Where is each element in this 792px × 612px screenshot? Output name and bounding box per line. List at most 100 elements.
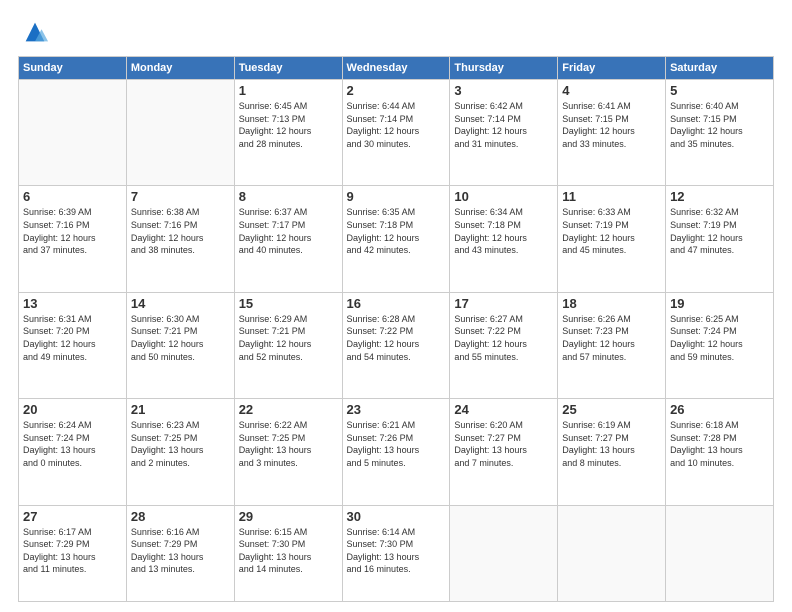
calendar-cell: 7 Sunrise: 6:38 AM Sunset: 7:16 PM Daylig… <box>126 186 234 292</box>
day-number: 20 <box>23 402 122 417</box>
calendar-week-3: 13 Sunrise: 6:31 AM Sunset: 7:20 PM Dayli… <box>19 292 774 398</box>
calendar-cell: 8Sunrise: 6:37 AM Sunset: 7:17 PM Daylig… <box>234 186 342 292</box>
weekday-header-saturday: Saturday <box>666 57 774 80</box>
day-number: 23 <box>347 402 446 417</box>
day-info: Sunrise: 6:41 AM Sunset: 7:15 PM Dayligh… <box>562 100 661 150</box>
day-info: Sunrise: 6:25 AM Sunset: 7:24 PM Dayligh… <box>670 313 769 363</box>
day-number: 9 <box>347 189 446 204</box>
calendar-cell: 30 Sunrise: 6:14 AM Sunset: 7:30 PM Dayli… <box>342 505 450 602</box>
header <box>18 18 774 46</box>
day-number: 30 <box>347 509 446 524</box>
day-number: 12 <box>670 189 769 204</box>
calendar-cell: 29 Sunrise: 6:15 AM Sunset: 7:30 PM Dayli… <box>234 505 342 602</box>
day-number: 19 <box>670 296 769 311</box>
day-number: 26 <box>670 402 769 417</box>
weekday-header-monday: Monday <box>126 57 234 80</box>
calendar-cell: 12 Sunrise: 6:32 AM Sunset: 7:19 PM Dayli… <box>666 186 774 292</box>
day-number: 5 <box>670 83 769 98</box>
day-info: Sunrise: 6:29 AM Sunset: 7:21 PM Dayligh… <box>239 313 338 363</box>
day-info: Sunrise: 6:17 AM Sunset: 7:29 PM Dayligh… <box>23 526 122 576</box>
calendar-cell: 17 Sunrise: 6:27 AM Sunset: 7:22 PM Dayli… <box>450 292 558 398</box>
calendar-cell <box>126 80 234 186</box>
calendar-cell: 18 Sunrise: 6:26 AM Sunset: 7:23 PM Dayli… <box>558 292 666 398</box>
day-number: 29 <box>239 509 338 524</box>
calendar-cell: 9 Sunrise: 6:35 AM Sunset: 7:18 PM Daylig… <box>342 186 450 292</box>
calendar-week-2: 6 Sunrise: 6:39 AM Sunset: 7:16 PM Daylig… <box>19 186 774 292</box>
day-number: 27 <box>23 509 122 524</box>
page: SundayMondayTuesdayWednesdayThursdayFrid… <box>0 0 792 612</box>
day-info: Sunrise: 6:30 AM Sunset: 7:21 PM Dayligh… <box>131 313 230 363</box>
logo-icon <box>21 18 49 46</box>
day-info: Sunrise: 6:39 AM Sunset: 7:16 PM Dayligh… <box>23 206 122 256</box>
day-info: Sunrise: 6:21 AM Sunset: 7:26 PM Dayligh… <box>347 419 446 469</box>
day-number: 22 <box>239 402 338 417</box>
day-info: Sunrise: 6:27 AM Sunset: 7:22 PM Dayligh… <box>454 313 553 363</box>
day-info: Sunrise: 6:34 AM Sunset: 7:18 PM Dayligh… <box>454 206 553 256</box>
calendar-cell: 22 Sunrise: 6:22 AM Sunset: 7:25 PM Dayli… <box>234 399 342 505</box>
day-info: Sunrise: 6:33 AM Sunset: 7:19 PM Dayligh… <box>562 206 661 256</box>
day-number: 6 <box>23 189 122 204</box>
calendar-cell <box>666 505 774 602</box>
day-info: Sunrise: 6:38 AM Sunset: 7:16 PM Dayligh… <box>131 206 230 256</box>
calendar-cell: 10 Sunrise: 6:34 AM Sunset: 7:18 PM Dayli… <box>450 186 558 292</box>
day-number: 2 <box>347 83 446 98</box>
day-number: 10 <box>454 189 553 204</box>
calendar-week-5: 27 Sunrise: 6:17 AM Sunset: 7:29 PM Dayli… <box>19 505 774 602</box>
day-number: 13 <box>23 296 122 311</box>
weekday-header-row: SundayMondayTuesdayWednesdayThursdayFrid… <box>19 57 774 80</box>
calendar-cell: 26 Sunrise: 6:18 AM Sunset: 7:28 PM Dayli… <box>666 399 774 505</box>
calendar-cell <box>558 505 666 602</box>
day-number: 24 <box>454 402 553 417</box>
calendar-cell: 2 Sunrise: 6:44 AM Sunset: 7:14 PM Daylig… <box>342 80 450 186</box>
calendar-cell: 14 Sunrise: 6:30 AM Sunset: 7:21 PM Dayli… <box>126 292 234 398</box>
calendar-cell: 6 Sunrise: 6:39 AM Sunset: 7:16 PM Daylig… <box>19 186 127 292</box>
day-number: 8 <box>239 189 338 204</box>
day-info: Sunrise: 6:45 AM Sunset: 7:13 PM Dayligh… <box>239 100 338 150</box>
day-number: 17 <box>454 296 553 311</box>
calendar-cell: 16 Sunrise: 6:28 AM Sunset: 7:22 PM Dayli… <box>342 292 450 398</box>
day-number: 15 <box>239 296 338 311</box>
day-number: 1 <box>239 83 338 98</box>
weekday-header-thursday: Thursday <box>450 57 558 80</box>
day-info: Sunrise: 6:42 AM Sunset: 7:14 PM Dayligh… <box>454 100 553 150</box>
day-info: Sunrise: 6:15 AM Sunset: 7:30 PM Dayligh… <box>239 526 338 576</box>
day-number: 3 <box>454 83 553 98</box>
weekday-header-friday: Friday <box>558 57 666 80</box>
calendar-cell: 24Sunrise: 6:20 AM Sunset: 7:27 PM Dayli… <box>450 399 558 505</box>
calendar-cell <box>450 505 558 602</box>
calendar-cell: 21 Sunrise: 6:23 AM Sunset: 7:25 PM Dayli… <box>126 399 234 505</box>
calendar-cell: 13 Sunrise: 6:31 AM Sunset: 7:20 PM Dayli… <box>19 292 127 398</box>
day-number: 25 <box>562 402 661 417</box>
day-info: Sunrise: 6:32 AM Sunset: 7:19 PM Dayligh… <box>670 206 769 256</box>
day-info: Sunrise: 6:18 AM Sunset: 7:28 PM Dayligh… <box>670 419 769 469</box>
day-number: 4 <box>562 83 661 98</box>
day-number: 21 <box>131 402 230 417</box>
logo-text <box>18 18 49 46</box>
weekday-header-wednesday: Wednesday <box>342 57 450 80</box>
day-number: 7 <box>131 189 230 204</box>
calendar: SundayMondayTuesdayWednesdayThursdayFrid… <box>18 56 774 602</box>
day-info: Sunrise: 6:31 AM Sunset: 7:20 PM Dayligh… <box>23 313 122 363</box>
day-info: Sunrise: 6:44 AM Sunset: 7:14 PM Dayligh… <box>347 100 446 150</box>
logo <box>18 18 49 46</box>
weekday-header-sunday: Sunday <box>19 57 127 80</box>
calendar-cell: 3 Sunrise: 6:42 AM Sunset: 7:14 PM Daylig… <box>450 80 558 186</box>
day-info: Sunrise: 6:28 AM Sunset: 7:22 PM Dayligh… <box>347 313 446 363</box>
calendar-cell: 5Sunrise: 6:40 AM Sunset: 7:15 PM Daylig… <box>666 80 774 186</box>
day-info: Sunrise: 6:16 AM Sunset: 7:29 PM Dayligh… <box>131 526 230 576</box>
weekday-header-tuesday: Tuesday <box>234 57 342 80</box>
day-info: Sunrise: 6:24 AM Sunset: 7:24 PM Dayligh… <box>23 419 122 469</box>
day-info: Sunrise: 6:14 AM Sunset: 7:30 PM Dayligh… <box>347 526 446 576</box>
calendar-cell: 4 Sunrise: 6:41 AM Sunset: 7:15 PM Daylig… <box>558 80 666 186</box>
day-number: 14 <box>131 296 230 311</box>
day-info: Sunrise: 6:35 AM Sunset: 7:18 PM Dayligh… <box>347 206 446 256</box>
calendar-cell: 11Sunrise: 6:33 AM Sunset: 7:19 PM Dayli… <box>558 186 666 292</box>
day-number: 16 <box>347 296 446 311</box>
day-info: Sunrise: 6:23 AM Sunset: 7:25 PM Dayligh… <box>131 419 230 469</box>
calendar-cell: 15 Sunrise: 6:29 AM Sunset: 7:21 PM Dayli… <box>234 292 342 398</box>
day-info: Sunrise: 6:26 AM Sunset: 7:23 PM Dayligh… <box>562 313 661 363</box>
day-info: Sunrise: 6:22 AM Sunset: 7:25 PM Dayligh… <box>239 419 338 469</box>
calendar-cell: 23 Sunrise: 6:21 AM Sunset: 7:26 PM Dayli… <box>342 399 450 505</box>
calendar-cell: 20 Sunrise: 6:24 AM Sunset: 7:24 PM Dayli… <box>19 399 127 505</box>
day-number: 18 <box>562 296 661 311</box>
